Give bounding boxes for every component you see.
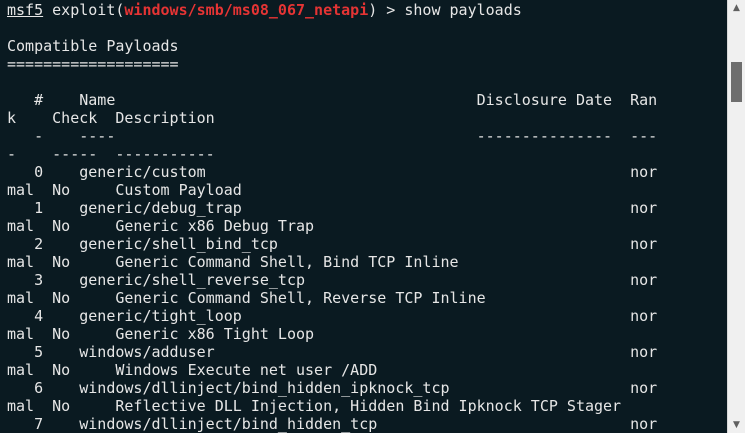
- payload-row: 5 windows/adduser nor: [7, 343, 658, 361]
- payload-row-wrap: mal No Windows Execute net user /ADD: [7, 361, 378, 379]
- output-title-underline: ===================: [7, 55, 179, 73]
- terminal-output: msf5 exploit(windows/smb/ms08_067_netapi…: [0, 0, 728, 433]
- prompt-module: windows/smb/ms08_067_netapi: [124, 1, 369, 19]
- payload-row: 3 generic/shell_reverse_tcp nor: [7, 271, 658, 289]
- payload-row-wrap: mal No Generic x86 Debug Trap: [7, 217, 315, 235]
- payload-row: 2 generic/shell_bind_tcp nor: [7, 235, 658, 253]
- command-prompt-line: msf5 exploit(windows/smb/ms08_067_netapi…: [7, 1, 728, 19]
- prompt-prefix: exploit(: [43, 1, 125, 19]
- terminal-window[interactable]: msf5 exploit(windows/smb/ms08_067_netapi…: [0, 0, 728, 433]
- prompt-app-name: msf5: [7, 1, 44, 19]
- prompt-command: ) > show payloads: [368, 1, 522, 19]
- table-header-line: # Name Disclosure Date Ran: [7, 91, 658, 109]
- scroll-up-arrow-icon[interactable]: ▲: [728, 0, 745, 16]
- table-divider-line: - ---- --------------- ---: [7, 127, 658, 145]
- scrollbar-thumb[interactable]: [731, 62, 742, 102]
- payload-row: 0 generic/custom nor: [7, 163, 658, 181]
- payload-row-wrap: mal No Generic Command Shell, Bind TCP I…: [7, 253, 459, 271]
- payload-row: 1 generic/debug_trap nor: [7, 199, 658, 217]
- payload-row-wrap: mal No Generic Command Shell, Reverse TC…: [7, 289, 486, 307]
- output-title: Compatible Payloads: [7, 37, 179, 55]
- payload-row-wrap: mal No Custom Payload: [7, 181, 242, 199]
- payload-row-wrap: mal No Generic x86 Tight Loop: [7, 325, 315, 343]
- payload-row: 7 windows/dllinject/bind_hidden_tcp nor: [7, 415, 658, 433]
- vertical-scrollbar[interactable]: ▲ ▼: [727, 0, 745, 433]
- payload-row-wrap: mal No Reflective DLL Injection, Hidden …: [7, 397, 622, 415]
- payload-row: 4 generic/tight_loop nor: [7, 307, 658, 325]
- table-divider-line-wrap: - ----- -----------: [7, 145, 215, 163]
- payload-table-rows: 0 generic/custom nor mal No Custom Payloa…: [7, 163, 728, 433]
- table-header-line-wrap: k Check Description: [7, 109, 215, 127]
- payload-row: 6 windows/dllinject/bind_hidden_ipknock_…: [7, 379, 658, 397]
- scroll-down-arrow-icon[interactable]: ▼: [728, 417, 745, 433]
